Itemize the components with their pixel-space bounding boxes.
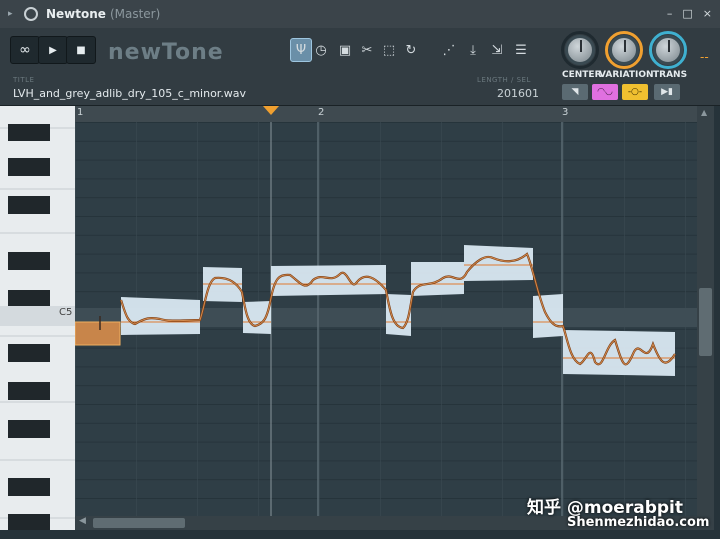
- play-button[interactable]: ▶: [38, 36, 68, 64]
- side-handle-icon[interactable]: --: [700, 50, 709, 64]
- loop-button[interactable]: ∞: [10, 36, 40, 64]
- bar-label-3: 3: [562, 107, 569, 118]
- vertical-scroll-thumb[interactable]: [699, 288, 712, 356]
- note-grid-svg: [75, 122, 697, 516]
- window-subtitle: (Master): [109, 7, 161, 21]
- mode-button-4[interactable]: ▶▮: [654, 84, 680, 100]
- scroll-left-icon[interactable]: ◀: [79, 516, 86, 526]
- center-knob[interactable]: [565, 35, 595, 65]
- selected-note[interactable]: [75, 321, 121, 346]
- select-button[interactable]: ⬚: [378, 38, 400, 62]
- mode-button-3[interactable]: -○-: [622, 84, 648, 100]
- stop-icon: ■: [76, 44, 86, 56]
- minimize-button[interactable]: –: [667, 7, 673, 20]
- maximize-button[interactable]: □: [682, 7, 692, 20]
- file-length: 201601: [497, 87, 539, 100]
- clock-button[interactable]: ◷: [310, 38, 332, 62]
- file-name: LVH_and_grey_adlib_dry_105_c_minor.wav: [13, 87, 247, 100]
- horizontal-scroll-thumb[interactable]: [93, 518, 185, 528]
- mode-button-2[interactable]: ◠◡: [592, 84, 618, 100]
- stop-button[interactable]: ■: [66, 36, 96, 64]
- sliders-icon: ☰: [515, 42, 527, 58]
- tuning-fork-button[interactable]: Ψ: [290, 38, 312, 62]
- drag-icon: ⇲: [491, 42, 503, 58]
- vertical-scrollbar[interactable]: ▲: [697, 106, 714, 530]
- bar-label-1: 1: [77, 107, 84, 118]
- piano-keyboard[interactable]: C5: [0, 106, 75, 530]
- newtone-logo: newTone: [108, 40, 224, 65]
- trans-knob-label: TRANS: [653, 70, 688, 80]
- drag-button[interactable]: ⇲: [486, 38, 508, 62]
- refresh-icon: ↻: [405, 42, 417, 58]
- collapse-arrow-icon[interactable]: ▸: [8, 9, 16, 19]
- cut-button[interactable]: ✂: [356, 38, 378, 62]
- mode-button-1[interactable]: ◥: [562, 84, 588, 100]
- clock-icon: ◷: [315, 42, 327, 58]
- c5-label: C5: [59, 307, 73, 318]
- loop-icon: ∞: [19, 42, 31, 58]
- center-knob-label: CENTER: [562, 70, 602, 80]
- newtone-window: ▸ Newtone (Master) – □ × ∞ ▶ ■ newTone Ψ…: [0, 0, 720, 539]
- export-button[interactable]: ⤓: [462, 38, 484, 62]
- trans-knob[interactable]: [653, 35, 683, 65]
- window-title: Newtone: [46, 7, 106, 21]
- watermark-site: Shenmezhidao.com: [567, 515, 710, 530]
- settings-button[interactable]: ☰: [510, 38, 532, 62]
- note-editor-grid[interactable]: [75, 122, 697, 516]
- play-icon: ▶: [49, 44, 57, 56]
- reset-button[interactable]: ↻: [400, 38, 422, 62]
- length-label: LENGTH / SEL: [477, 76, 531, 84]
- playhead-marker-icon[interactable]: [263, 106, 279, 116]
- bar-label-2: 2: [318, 107, 325, 118]
- piano-keys-svg: [0, 124, 75, 530]
- save-button[interactable]: ▣: [334, 38, 356, 62]
- export-icon: ⤓: [470, 42, 476, 58]
- quantize-icon: ⋰: [442, 42, 456, 58]
- tuning-fork-icon: Ψ: [295, 42, 307, 58]
- variation-knob[interactable]: [609, 35, 639, 65]
- scroll-up-icon[interactable]: ▲: [701, 108, 707, 117]
- close-button[interactable]: ×: [703, 7, 712, 20]
- quantize-button[interactable]: ⋰: [438, 38, 460, 62]
- variation-knob-label: VARIATION: [599, 70, 654, 80]
- save-icon: ▣: [338, 42, 352, 58]
- timeline-ruler[interactable]: 1 2 3: [75, 106, 697, 122]
- title-bar: ▸ Newtone (Master) – □ ×: [0, 0, 720, 28]
- select-icon: ⬚: [382, 42, 396, 58]
- title-label: TITLE: [13, 76, 35, 84]
- scissors-icon: ✂: [361, 42, 373, 58]
- gear-icon[interactable]: [24, 7, 38, 21]
